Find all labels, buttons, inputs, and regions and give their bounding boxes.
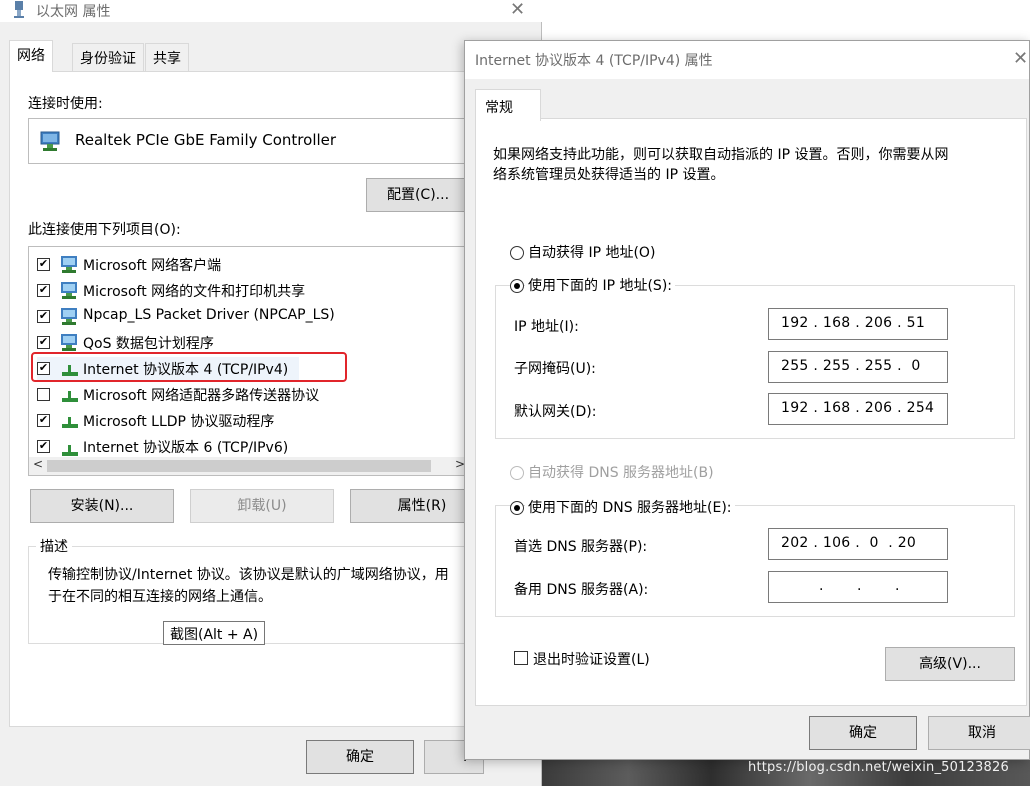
list-item-label: Microsoft LLDP 协议驱动程序 [83, 414, 275, 430]
description-line-2: 于在不同的相互连接的网络上通信。 [48, 589, 272, 605]
description-line-1: 传输控制协议/Internet 协议。该协议是默认的广域网络协议，用 [48, 567, 449, 583]
tab-sharing[interactable]: 共享 [145, 43, 189, 71]
horizontal-scrollbar[interactable]: < > [29, 457, 467, 475]
watermark: https://blog.csdn.net/weixin_50123826 [748, 760, 1009, 775]
connect-using-label: 连接时使用: [28, 96, 103, 112]
advanced-button[interactable]: 高级(V)... [885, 647, 1015, 681]
protocol-icon [62, 391, 78, 402]
highlight-annotation [31, 352, 347, 382]
info-line-2: 络系统管理员处获得适当的 IP 设置。 [493, 167, 725, 183]
auto-dns-label: 自动获得 DNS 服务器地址(B) [528, 465, 714, 481]
title-bar: Internet 协议版本 4 (TCP/IPv4) 属性 ✕ [465, 41, 1029, 79]
window-title: 以太网 属性 [36, 4, 111, 20]
auto-ip-radio[interactable] [510, 246, 524, 260]
configure-button[interactable]: 配置(C)... [366, 178, 470, 212]
ipv4-properties-dialog: Internet 协议版本 4 (TCP/IPv4) 属性 ✕ 常规 如果网络支… [464, 40, 1030, 760]
protocol-icon [62, 417, 78, 428]
tab-network[interactable]: 网络 [9, 40, 53, 72]
gateway-label: 默认网关(D): [514, 404, 597, 420]
scroll-left-icon[interactable]: < [33, 457, 43, 471]
manual-ip-label: 使用下面的 IP 地址(S): [525, 275, 675, 295]
adapter-box: Realtek PCIe GbE Family Controller [28, 118, 468, 164]
checkbox[interactable]: ✔ [37, 310, 50, 323]
ok-button[interactable]: 确定 [306, 740, 414, 774]
close-icon[interactable]: ✕ [1013, 48, 1028, 69]
checkbox[interactable]: ✔ [37, 284, 50, 297]
auto-dns-radio[interactable] [510, 466, 524, 480]
uninstall-button[interactable]: 卸载(U) [190, 489, 334, 523]
ip-address-field[interactable]: 192 . 168 . 206 . 51 [768, 308, 948, 340]
list-item-label: Internet 协议版本 6 (TCP/IPv6) [83, 440, 289, 456]
preferred-dns-field[interactable]: 202 . 106 . 0 . 20 [768, 528, 948, 560]
qos-icon [61, 334, 77, 351]
network-adapter-icon [14, 1, 24, 18]
preferred-dns-label: 首选 DNS 服务器(P): [514, 539, 648, 555]
checkbox[interactable] [37, 388, 50, 401]
ethernet-properties-dialog: 以太网 属性 ✕ 网络 身份验证 共享 连接时使用: Realtek PCIe … [0, 0, 542, 786]
validate-label: 退出时验证设置(L) [533, 652, 650, 668]
tab-authentication[interactable]: 身份验证 [72, 43, 144, 71]
list-item-label: Npcap_LS Packet Driver (NPCAP_LS) [83, 307, 335, 323]
list-item-label: Microsoft 网络适配器多路传送器协议 [83, 388, 320, 404]
alternate-dns-label: 备用 DNS 服务器(A): [514, 582, 649, 598]
auto-ip-label: 自动获得 IP 地址(O) [528, 245, 656, 261]
checkbox[interactable]: ✔ [37, 414, 50, 427]
protocol-icon [62, 445, 78, 456]
ip-address-label: IP 地址(I): [514, 319, 579, 335]
file-share-icon [61, 282, 77, 299]
close-icon[interactable]: ✕ [510, 0, 525, 20]
ok-button[interactable]: 确定 [809, 716, 917, 750]
packet-driver-icon [61, 308, 77, 325]
window-title: Internet 协议版本 4 (TCP/IPv4) 属性 [475, 53, 713, 69]
alternate-dns-field[interactable]: . . . [768, 571, 948, 603]
items-label: 此连接使用下列项目(O): [28, 222, 181, 238]
checkbox[interactable]: ✔ [37, 258, 50, 271]
list-item-label: Microsoft 网络的文件和打印机共享 [83, 284, 306, 300]
manual-dns-label: 使用下面的 DNS 服务器地址(E): [525, 497, 735, 517]
manual-ip-radio[interactable] [510, 279, 524, 293]
network-card-icon [40, 131, 60, 151]
list-item-label: QoS 数据包计划程序 [83, 336, 214, 352]
description-label: 描述 [36, 536, 72, 556]
manual-dns-radio[interactable] [510, 501, 524, 515]
scroll-thumb[interactable] [47, 460, 431, 472]
list-item-label: Microsoft 网络客户端 [83, 258, 222, 274]
info-line-1: 如果网络支持此功能，则可以获取自动指派的 IP 设置。否则，你需要从网 [493, 147, 949, 163]
adapter-name: Realtek PCIe GbE Family Controller [75, 131, 337, 149]
title-bar: 以太网 属性 ✕ [0, 0, 542, 22]
network-client-icon [61, 256, 77, 273]
tooltip: 截图(Alt + A) [163, 621, 266, 645]
validate-checkbox[interactable] [514, 651, 528, 665]
checkbox[interactable]: ✔ [37, 336, 50, 349]
cancel-button[interactable]: 取消 [928, 716, 1030, 750]
tab-general[interactable]: 常规 [475, 89, 541, 121]
gateway-field[interactable]: 192 . 168 . 206 . 254 [768, 393, 948, 425]
install-button[interactable]: 安装(N)... [30, 489, 174, 523]
subnet-mask-label: 子网掩码(U): [514, 361, 596, 377]
checkbox[interactable]: ✔ [37, 440, 50, 453]
subnet-mask-field[interactable]: 255 . 255 . 255 . 0 [768, 351, 948, 383]
